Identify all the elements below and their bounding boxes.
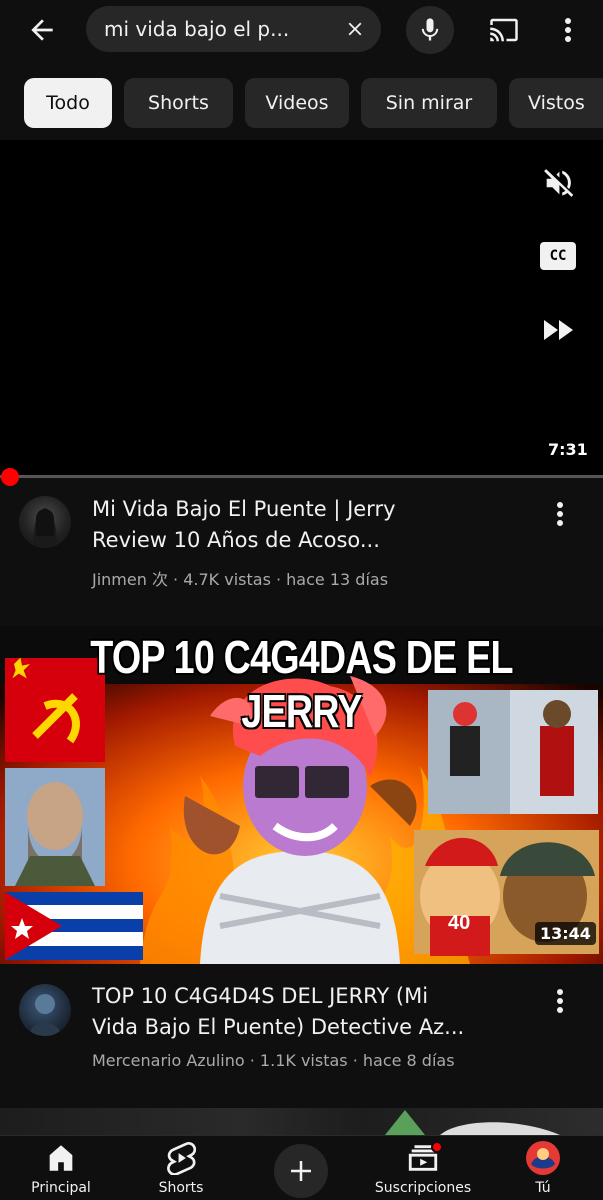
microphone-icon bbox=[421, 18, 439, 41]
video-metadata: Mercenario Azulino · 1.1K vistas · hace … bbox=[92, 1051, 455, 1070]
cast-button[interactable] bbox=[484, 10, 524, 50]
nav-label: Principal bbox=[31, 1180, 91, 1196]
thumbnail-title-text: TOP 10 C4G4DAS DE EL JERRY bbox=[90, 631, 513, 737]
video-duration: 7:31 bbox=[548, 440, 588, 459]
thumbnail-number-text: 40 bbox=[448, 912, 471, 934]
nav-you[interactable]: Tú bbox=[516, 1136, 570, 1200]
back-button[interactable] bbox=[22, 10, 62, 50]
progress-scrubber[interactable] bbox=[1, 468, 19, 486]
chip-vistos[interactable]: Vistos bbox=[509, 78, 603, 128]
cuban-flag-image bbox=[5, 892, 143, 960]
video-metadata: Jinmen 次 · 4.7K vistas · hace 13 días bbox=[92, 570, 389, 589]
more-vertical-icon bbox=[557, 502, 563, 526]
subscriptions-icon bbox=[405, 1140, 443, 1176]
nav-subscriptions[interactable]: Suscripciones bbox=[365, 1136, 481, 1200]
video-thumbnail[interactable]: TOP 10 C4G4DAS DE EL JERRY 40 bbox=[0, 626, 603, 964]
avatar-image bbox=[33, 508, 57, 548]
chip-videos[interactable]: Videos bbox=[245, 78, 349, 128]
nav-shorts[interactable]: Shorts bbox=[145, 1136, 217, 1200]
nav-label: Shorts bbox=[158, 1180, 204, 1196]
more-vertical-icon bbox=[557, 989, 563, 1013]
fast-forward-icon[interactable] bbox=[542, 318, 576, 342]
video-duration: 13:44 bbox=[535, 922, 596, 945]
search-box[interactable]: mi vida bajo el p... bbox=[86, 6, 381, 52]
title-line: Review 10 Años de Acoso... bbox=[92, 528, 380, 552]
more-vertical-icon bbox=[565, 18, 571, 42]
channel-avatar[interactable] bbox=[19, 984, 71, 1036]
video-menu-button[interactable] bbox=[548, 494, 572, 534]
channel-avatar[interactable] bbox=[19, 496, 71, 548]
notification-dot bbox=[431, 1141, 443, 1153]
filter-chips: Todo Shorts Videos Sin mirar Vistos bbox=[0, 78, 603, 128]
home-icon bbox=[43, 1140, 79, 1176]
close-icon bbox=[348, 22, 362, 36]
progress-bar[interactable] bbox=[0, 475, 603, 478]
title-line: TOP 10 C4G4D4S DEL JERRY (Mi bbox=[92, 984, 429, 1008]
title-line: Mi Vida Bajo El Puente | Jerry bbox=[92, 497, 396, 521]
top-search-bar: mi vida bajo el p... bbox=[0, 0, 603, 60]
nav-label: Suscripciones bbox=[374, 1180, 472, 1196]
portrait-image bbox=[5, 768, 105, 886]
voice-search-button[interactable] bbox=[406, 6, 454, 54]
muted-icon[interactable] bbox=[540, 166, 576, 200]
avatar-image bbox=[29, 994, 61, 1036]
video-title[interactable]: TOP 10 C4G4D4S DEL JERRY (Mi Vida Bajo E… bbox=[92, 981, 532, 1043]
video-player[interactable] bbox=[0, 140, 603, 476]
nav-home[interactable]: Principal bbox=[22, 1136, 100, 1200]
video-menu-button[interactable] bbox=[548, 981, 572, 1021]
more-options-button[interactable] bbox=[552, 10, 584, 50]
chip-todo[interactable]: Todo bbox=[24, 78, 112, 128]
avatar-icon bbox=[525, 1140, 561, 1176]
video-title[interactable]: Mi Vida Bajo El Puente | Jerry Review 10… bbox=[92, 494, 532, 556]
cast-icon bbox=[490, 18, 518, 42]
search-query[interactable]: mi vida bajo el p... bbox=[104, 17, 322, 41]
arrow-left-icon bbox=[31, 19, 53, 41]
shorts-icon bbox=[163, 1140, 199, 1176]
thumbnail-art bbox=[385, 1110, 560, 1135]
captions-button[interactable]: CC bbox=[540, 242, 576, 270]
chip-sin-mirar[interactable]: Sin mirar bbox=[361, 78, 497, 128]
chip-shorts[interactable]: Shorts bbox=[124, 78, 233, 128]
clear-search-button[interactable] bbox=[341, 15, 369, 43]
next-video-thumbnail[interactable] bbox=[0, 1108, 603, 1135]
nav-label: Tú bbox=[535, 1180, 551, 1196]
title-line: Vida Bajo El Puente) Detective Az... bbox=[92, 1015, 465, 1039]
bottom-navigation: Principal Shorts Suscripciones Tú bbox=[0, 1135, 603, 1200]
create-button[interactable] bbox=[274, 1144, 328, 1198]
plus-icon bbox=[291, 1161, 311, 1181]
